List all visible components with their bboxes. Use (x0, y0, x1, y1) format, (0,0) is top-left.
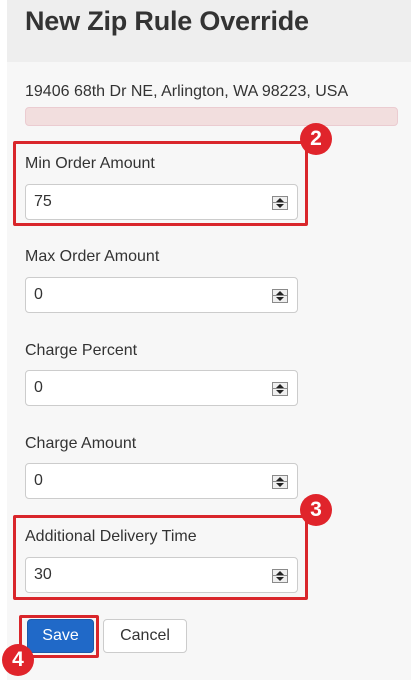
charge-amount-label: Charge Amount (25, 435, 137, 452)
highlight-box-min-order (13, 141, 308, 226)
number-spinner-icon[interactable] (272, 475, 288, 489)
cancel-button[interactable]: Cancel (103, 619, 187, 653)
max-order-amount-value: 0 (34, 286, 43, 303)
max-order-amount-label: Max Order Amount (25, 248, 160, 265)
max-order-amount-input[interactable]: 0 (25, 277, 298, 313)
charge-percent-value: 0 (34, 379, 43, 396)
number-spinner-icon[interactable] (272, 382, 288, 396)
step-badge-4: 4 (2, 644, 34, 676)
step-badge-2: 2 (300, 123, 332, 155)
charge-amount-value: 0 (34, 472, 43, 489)
page-title: New Zip Rule Override (25, 6, 309, 36)
number-spinner-icon[interactable] (272, 289, 288, 303)
highlight-box-delivery-time (13, 515, 308, 600)
charge-percent-input[interactable]: 0 (25, 370, 298, 406)
validation-alert (25, 107, 398, 126)
address-text: 19406 68th Dr NE, Arlington, WA 98223, U… (25, 83, 349, 100)
charge-percent-label: Charge Percent (25, 342, 138, 359)
step-badge-3: 3 (300, 494, 332, 526)
charge-amount-input[interactable]: 0 (25, 463, 298, 499)
